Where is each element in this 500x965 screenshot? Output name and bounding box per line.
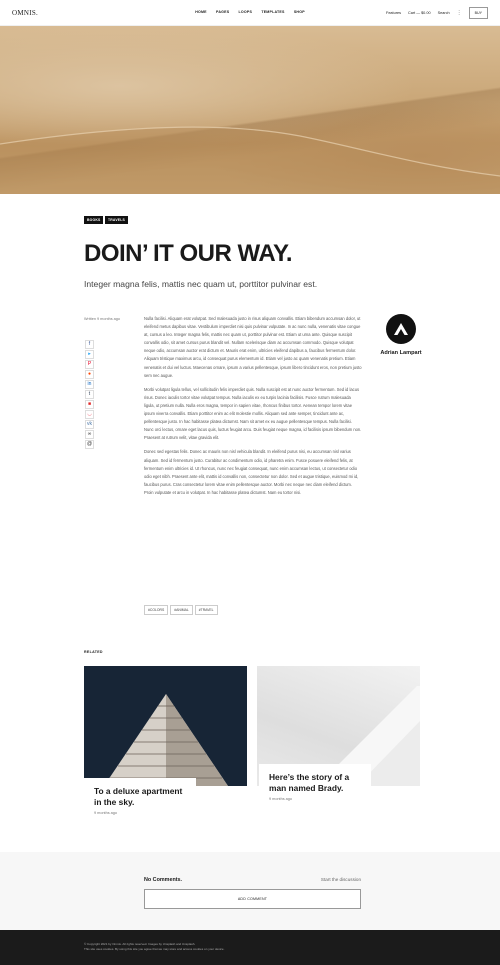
search-link[interactable]: Search	[438, 11, 450, 15]
add-comment-button[interactable]: ADD COMMENT	[144, 889, 361, 909]
flipboard-icon[interactable]: ■	[85, 400, 94, 409]
related-card-image[interactable]	[84, 666, 247, 786]
share-bar: f ▸ P ● in t ■ ◡ vk ∞ @	[85, 340, 94, 450]
article-title: DOIN’ IT OUR WAY.	[84, 240, 292, 267]
post-tag-colors[interactable]: #COLORS	[144, 605, 169, 615]
vk-icon[interactable]: vk	[85, 420, 94, 429]
author-name[interactable]: Adrian Lampart	[380, 349, 422, 357]
menu-dots-icon[interactable]: ⋮	[457, 10, 462, 16]
related-card[interactable]: To a deluxe apartment in the sky. 9 mont…	[84, 778, 196, 823]
footer-text: © Copyright 2021 by Omnis. All rights re…	[84, 942, 224, 952]
reddit-icon[interactable]: ●	[85, 370, 94, 379]
link-icon[interactable]: ∞	[85, 430, 94, 439]
article-body: Nulla facilisi. Aliquam erat volutpat. S…	[144, 315, 362, 503]
nav-item-pages[interactable]: PAGES	[216, 10, 229, 14]
site-header: OMNIS. HOME PAGES LOOPS TEMPLATES SHOP F…	[0, 0, 500, 26]
author-logo-icon	[394, 323, 408, 335]
post-tag-animal[interactable]: #ANIMAL	[170, 605, 193, 615]
header-right-nav: Features Cart — $0.00 Search ⋮ BUY	[386, 7, 488, 19]
pocket-icon[interactable]: ◡	[85, 410, 94, 419]
nav-item-loops[interactable]: LOOPS	[239, 10, 253, 14]
related-card-title[interactable]: Here’s the story of a man named Brady.	[269, 772, 361, 793]
facebook-icon[interactable]: f	[85, 340, 94, 349]
related-card-date: 9 months ago	[269, 797, 293, 801]
nav-item-home[interactable]: HOME	[195, 10, 207, 14]
article-paragraph: Nulla facilisi. Aliquam erat volutpat. S…	[144, 316, 362, 378]
author-avatar[interactable]	[386, 314, 416, 344]
post-tags: #COLORS #ANIMAL #TRAVEL	[144, 605, 218, 615]
features-link[interactable]: Features	[386, 11, 401, 15]
article-paragraph: Donec sed egestas felis. Donec ac mauris…	[144, 449, 359, 495]
skyscraper-image	[84, 666, 247, 786]
sand-dune-ridge	[0, 126, 500, 194]
related-card[interactable]: Here’s the story of a man named Brady. 9…	[259, 764, 371, 809]
comments-heading: No Comments.	[144, 877, 183, 883]
buy-button[interactable]: BUY	[468, 7, 488, 19]
written-date: Written 9 months ago	[84, 317, 121, 321]
related-heading: RELATED	[84, 650, 103, 654]
post-tag-travel[interactable]: #TRAVEL	[194, 605, 218, 615]
article-subtitle: Integer magna felis, mattis nec quam ut,…	[84, 279, 318, 289]
cart-link[interactable]: Cart — $0.00	[408, 11, 431, 15]
twitter-icon[interactable]: ▸	[85, 350, 94, 359]
article-paragraph: Morbi volutpat ligula tellus, vel sollic…	[144, 386, 362, 441]
linkedin-icon[interactable]: in	[85, 380, 94, 389]
site-footer	[0, 930, 500, 965]
category-tag-travels[interactable]: TRAVELS	[105, 216, 128, 224]
start-discussion-link[interactable]: Start the discussion	[321, 877, 361, 882]
nav-item-shop[interactable]: SHOP	[294, 10, 305, 14]
nav-item-templates[interactable]: TEMPLATES	[261, 10, 284, 14]
pinterest-icon[interactable]: P	[85, 360, 94, 369]
related-card-title[interactable]: To a deluxe apartment in the sky.	[94, 786, 186, 807]
tumblr-icon[interactable]: t	[85, 390, 94, 399]
email-icon[interactable]: @	[85, 440, 94, 449]
footer-cookie-notice: This site uses cookies. By using this si…	[84, 947, 225, 951]
related-card-date: 9 months ago	[94, 811, 118, 815]
category-tag-books[interactable]: BOOKS	[84, 216, 104, 224]
